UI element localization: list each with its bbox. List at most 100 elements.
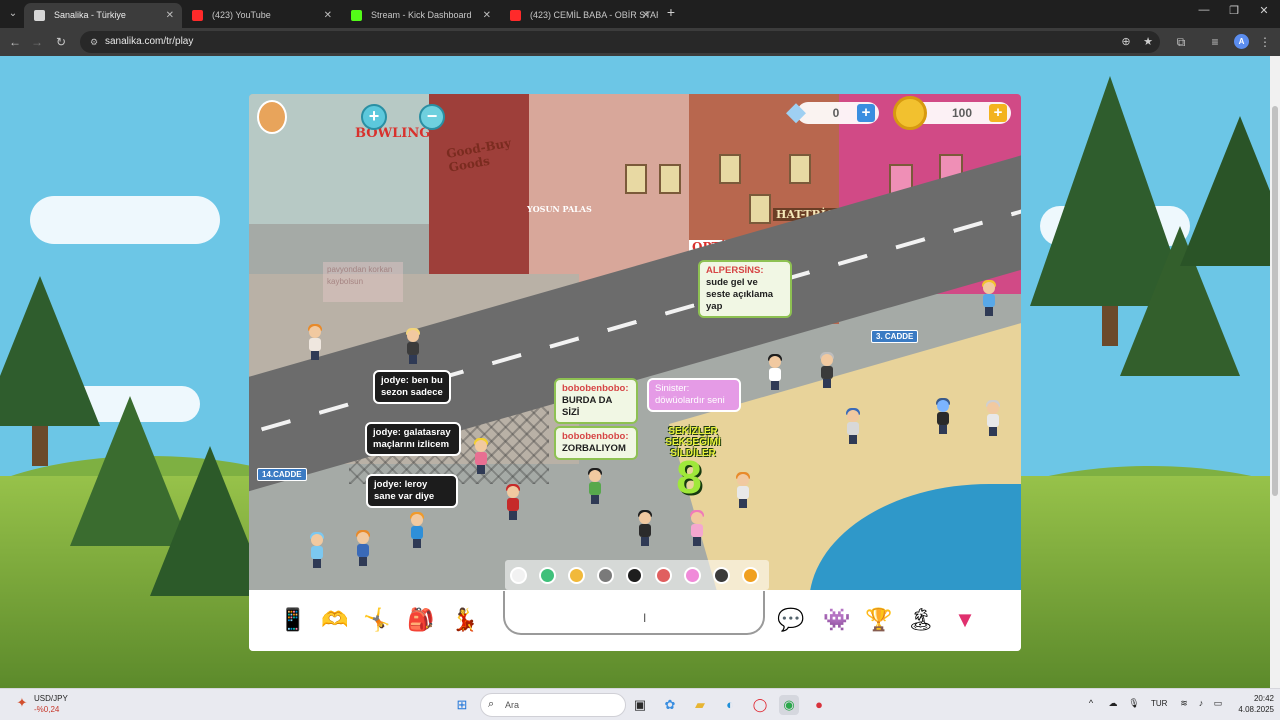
phone-button[interactable]: 📱: [275, 602, 311, 638]
player-character[interactable]: [505, 484, 521, 520]
start-button[interactable]: ⊞: [452, 695, 472, 715]
player-character[interactable]: [307, 324, 323, 360]
color-swatch[interactable]: [626, 567, 643, 584]
color-swatch[interactable]: [742, 567, 759, 584]
extensions-icon[interactable]: ⧉: [1172, 33, 1190, 51]
chat-input[interactable]: I: [503, 591, 765, 635]
trophy-button[interactable]: 🏆: [861, 602, 897, 638]
media-controls-icon[interactable]: ≡: [1206, 33, 1224, 51]
task-view-icon[interactable]: ▣: [630, 695, 650, 715]
clock-time[interactable]: 20:42: [1234, 694, 1274, 703]
color-swatch[interactable]: [684, 567, 701, 584]
stock-chart-icon[interactable]: ✦: [14, 695, 30, 711]
player-character[interactable]: [819, 352, 835, 388]
game-scene[interactable]: BOWLING Good-Buy Goods YOSUN PALAS OPTİK…: [249, 94, 1021, 590]
color-swatch[interactable]: [510, 567, 527, 584]
copilot-icon[interactable]: ✿: [660, 695, 680, 715]
zoom-icon[interactable]: ⊕: [1118, 34, 1134, 50]
player-character[interactable]: [473, 438, 489, 474]
menu-toggle-icon: ▼: [954, 607, 976, 632]
player-character[interactable]: [845, 408, 861, 444]
reload-icon[interactable]: ↻: [52, 33, 70, 51]
close-window-icon[interactable]: ✕: [1254, 4, 1274, 17]
site-info-icon[interactable]: ⚙: [88, 36, 100, 48]
player-character[interactable]: [767, 354, 783, 390]
profile-avatar[interactable]: A: [1234, 34, 1249, 49]
tab-youtube[interactable]: (423) YouTube ✕: [182, 3, 340, 28]
color-swatch[interactable]: [713, 567, 730, 584]
opera-icon[interactable]: ◯: [750, 695, 770, 715]
clock-date[interactable]: 4.08.2025: [1234, 705, 1274, 714]
wifi-icon[interactable]: ≋: [1177, 698, 1191, 709]
chat-button[interactable]: 💬: [773, 602, 809, 638]
taskbar-search[interactable]: ⌕ Ara: [480, 693, 626, 717]
player-character[interactable]: [985, 400, 1001, 436]
emote-button[interactable]: 🫶: [317, 602, 353, 638]
player-character[interactable]: [637, 510, 653, 546]
microphone-icon[interactable]: 🎙: [1127, 698, 1141, 709]
minimize-icon[interactable]: —: [1194, 4, 1214, 16]
phone-icon: 📱: [279, 607, 307, 632]
menu-kebab-icon[interactable]: ⋮: [1256, 33, 1274, 51]
inventory-button[interactable]: 🎒: [403, 602, 439, 638]
cloud-sync-icon[interactable]: ☁: [1106, 698, 1120, 709]
player-character[interactable]: [935, 398, 951, 434]
zoom-out-button[interactable]: −: [419, 104, 445, 130]
faded-sign: pavyondan korkan kaybolsun: [323, 262, 403, 302]
tab-youtube-cemil[interactable]: (423) CEMİL BABA - OBİR STAR ✕: [500, 3, 658, 28]
player-character[interactable]: [309, 532, 325, 568]
menu-toggle-button[interactable]: ▼: [947, 602, 983, 638]
tab-search-icon[interactable]: ⌄: [4, 5, 22, 23]
tray-overflow-icon[interactable]: ^: [1084, 698, 1098, 708]
maximize-icon[interactable]: ❐: [1224, 4, 1244, 17]
player-character[interactable]: [735, 472, 751, 508]
zoom-in-button[interactable]: +: [361, 104, 387, 130]
chat-bubble: ALPERSİNS: sude gel ve seste açıklama ya…: [698, 260, 792, 318]
color-swatch[interactable]: [655, 567, 672, 584]
bookmark-star-icon[interactable]: ★: [1140, 34, 1156, 50]
game-canvas[interactable]: BOWLING Good-Buy Goods YOSUN PALAS OPTİK…: [249, 94, 1021, 651]
language-indicator[interactable]: TUR: [1151, 699, 1167, 708]
buy-coins-button[interactable]: +: [989, 104, 1007, 122]
tab-sanalika[interactable]: Sanalika - Türkiye ✕: [24, 3, 182, 28]
chrome-icon[interactable]: ◉: [779, 695, 799, 715]
tab-kick[interactable]: Stream - Kick Dashboard ✕: [341, 3, 499, 28]
url-text[interactable]: sanalika.com/tr/play: [105, 31, 193, 53]
action-button[interactable]: 🤸: [359, 602, 395, 638]
player-character[interactable]: [689, 510, 705, 546]
pine-tree: [1180, 116, 1270, 266]
file-explorer-icon[interactable]: ▰: [690, 695, 710, 715]
color-swatch[interactable]: [539, 567, 556, 584]
pet-button[interactable]: 👾: [819, 602, 855, 638]
pet-icon: 👾: [823, 607, 851, 632]
edge-icon[interactable]: ◐: [720, 695, 740, 715]
forward-icon[interactable]: →: [28, 33, 46, 51]
app-icon[interactable]: ●: [809, 695, 829, 715]
kick-favicon-icon: [351, 10, 362, 21]
player-character[interactable]: [981, 280, 997, 316]
color-swatch[interactable]: [568, 567, 585, 584]
player-character[interactable]: [405, 328, 421, 364]
tab-close-icon[interactable]: ✕: [166, 3, 174, 28]
battery-icon[interactable]: ▭: [1211, 698, 1225, 709]
tab-close-icon[interactable]: ✕: [642, 3, 650, 28]
island-button[interactable]: 🏝: [903, 602, 939, 638]
volume-icon[interactable]: ♪: [1194, 698, 1208, 708]
player-character[interactable]: [355, 530, 371, 566]
buy-gems-button[interactable]: +: [857, 104, 875, 122]
profile-avatar-button[interactable]: [257, 100, 287, 134]
color-swatch[interactable]: [597, 567, 614, 584]
player-character[interactable]: [409, 512, 425, 548]
dance-button[interactable]: 💃: [447, 602, 483, 638]
address-bar[interactable]: ⚙ sanalika.com/tr/play ⊕ ★: [80, 31, 1160, 53]
tab-close-icon[interactable]: ✕: [324, 3, 332, 28]
player-character[interactable]: [587, 468, 603, 504]
tab-title: Sanalika - Türkiye: [54, 10, 126, 20]
ticker-name[interactable]: USD/JPY: [34, 694, 68, 703]
ticker-change[interactable]: -%0,24: [34, 705, 59, 714]
new-tab-icon[interactable]: +: [664, 4, 678, 20]
page-scrollbar[interactable]: [1270, 56, 1280, 688]
tab-close-icon[interactable]: ✕: [483, 3, 491, 28]
scrollbar-thumb[interactable]: [1272, 106, 1278, 496]
back-icon[interactable]: ←: [6, 33, 24, 51]
